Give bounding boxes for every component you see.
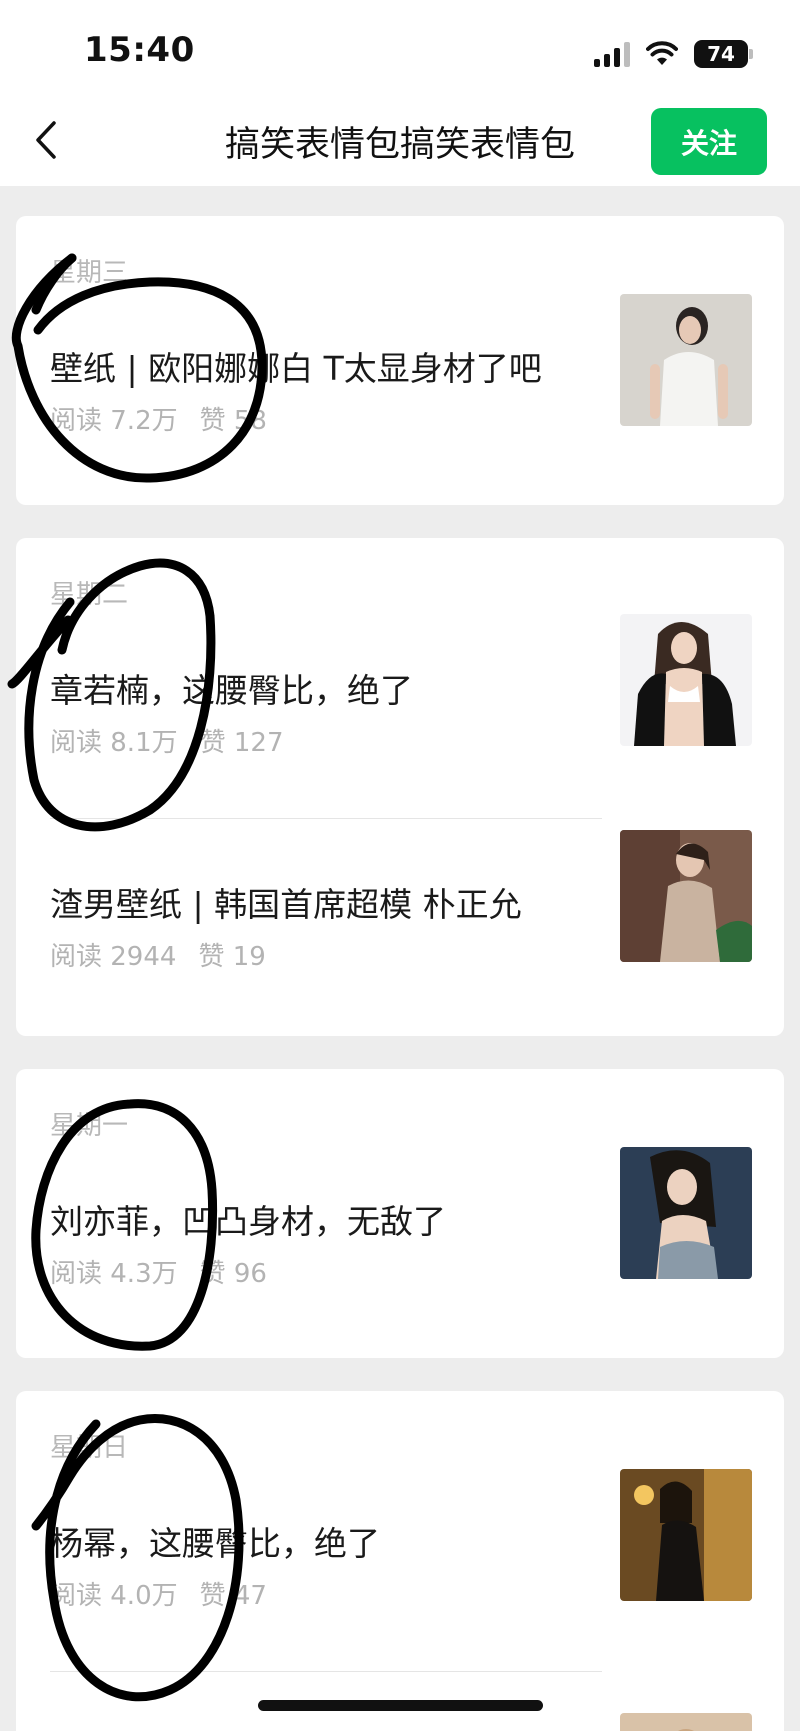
read-count: 阅读 4.0万 xyxy=(50,1581,178,1611)
day-label: 星期日 xyxy=(50,1433,129,1463)
day-label: 星期三 xyxy=(50,258,129,288)
divider xyxy=(50,818,602,819)
status-time: 15:40 xyxy=(84,30,195,70)
article-stats: 阅读 8.1万赞 127 xyxy=(50,722,284,759)
day-label: 星期一 xyxy=(50,1111,129,1141)
article-stats: 阅读 2944 赞 19 xyxy=(50,936,266,973)
home-indicator[interactable] xyxy=(258,1700,543,1711)
article-stats: 阅读 7.2万赞 58 xyxy=(50,400,267,437)
article-item[interactable]: 刘亦菲，凹凸身材，无敌了 阅读 4.3万赞 96 xyxy=(16,1147,784,1337)
like-count: 赞 19 xyxy=(198,942,266,972)
page-title: 搞笑表情包搞笑表情包 xyxy=(224,125,575,165)
article-thumbnail xyxy=(620,1469,752,1601)
read-count: 阅读 8.1万 xyxy=(50,728,178,758)
divider xyxy=(50,1671,602,1672)
article-item[interactable]: 章若楠，这腰臀比，绝了 阅读 8.1万赞 127 xyxy=(16,614,784,806)
day-card-monday: 星期一 刘亦菲，凹凸身材，无敌了 阅读 4.3万赞 96 xyxy=(16,1069,784,1358)
chevron-left-icon xyxy=(36,121,56,159)
article-item[interactable]: 杨幂，这腰臀比，绝了 阅读 4.0万赞 47 xyxy=(16,1469,784,1659)
like-count: 赞 47 xyxy=(199,1581,267,1611)
read-count: 阅读 4.3万 xyxy=(50,1259,178,1289)
article-thumbnail xyxy=(620,1147,752,1279)
article-title: 壁纸 | 欧阳娜娜白 T太显身材了吧 xyxy=(50,349,542,388)
article-thumbnail xyxy=(620,614,752,746)
article-title: 杨幂，这腰臀比，绝了 xyxy=(50,1524,380,1563)
wifi-icon xyxy=(646,41,678,65)
follow-button[interactable]: 关注 xyxy=(651,108,767,175)
read-count: 阅读 2944 xyxy=(50,942,177,972)
like-count: 赞 127 xyxy=(199,728,284,758)
article-thumbnail-partial xyxy=(620,1713,752,1731)
signal-icon xyxy=(594,41,630,67)
status-icons: 74 xyxy=(594,34,753,74)
day-card-wednesday: 星期三 壁纸 | 欧阳娜娜白 T太显身材了吧 阅读 7.2万赞 58 xyxy=(16,216,784,505)
read-count: 阅读 7.2万 xyxy=(50,406,178,436)
like-count: 赞 58 xyxy=(199,406,267,436)
back-button[interactable] xyxy=(24,112,68,168)
article-title: 刘亦菲，凹凸身材，无敌了 xyxy=(50,1202,446,1241)
article-title: 渣男壁纸 | 韩国首席超模 朴正允 xyxy=(50,885,522,924)
top-bar: 15:40 74 搞笑表情包搞笑表情包 关注 xyxy=(0,0,800,186)
article-title: 章若楠，这腰臀比，绝了 xyxy=(50,671,413,710)
battery-level: 74 xyxy=(707,42,735,66)
like-count: 赞 96 xyxy=(199,1259,267,1289)
article-item[interactable]: 壁纸 | 欧阳娜娜白 T太显身材了吧 阅读 7.2万赞 58 xyxy=(16,294,784,484)
day-card-sunday: 星期日 杨幂，这腰臀比，绝了 阅读 4.0万赞 47 xyxy=(16,1391,784,1731)
article-item[interactable]: 渣男壁纸 | 韩国首席超模 朴正允 阅读 2944 赞 19 xyxy=(16,830,784,1020)
article-stats: 阅读 4.3万赞 96 xyxy=(50,1253,267,1290)
article-thumbnail xyxy=(620,294,752,426)
day-label: 星期二 xyxy=(50,580,129,610)
day-card-tuesday: 星期二 章若楠，这腰臀比，绝了 阅读 8.1万赞 127 渣男壁纸 | 韩国首席… xyxy=(16,538,784,1036)
battery-icon: 74 xyxy=(694,40,753,68)
article-stats: 阅读 4.0万赞 47 xyxy=(50,1575,267,1612)
article-thumbnail xyxy=(620,830,752,962)
screen: 15:40 74 搞笑表情包搞笑表情包 关注 星期三 壁纸 | 欧阳娜娜白 T太… xyxy=(0,0,800,1731)
